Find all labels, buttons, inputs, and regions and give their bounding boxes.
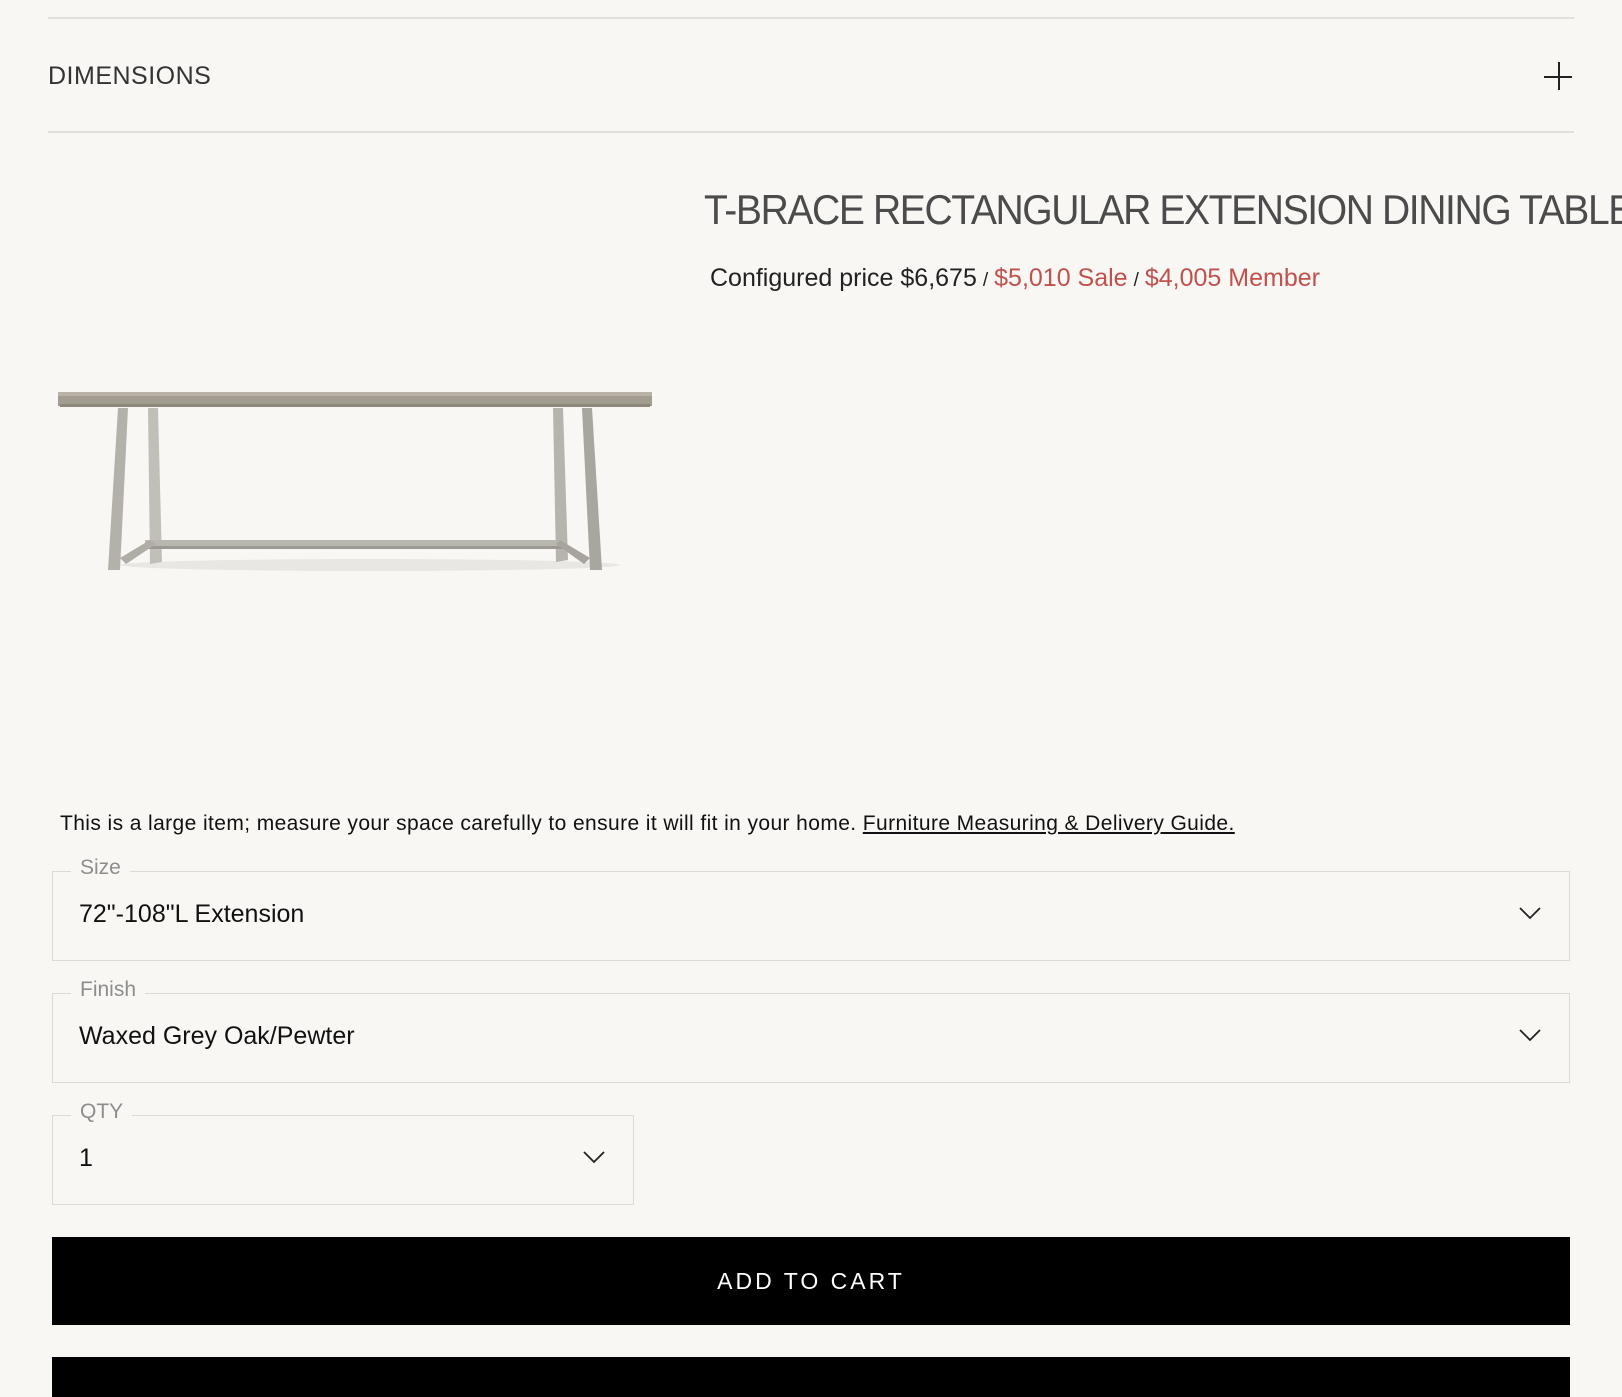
large-item-notice: This is a large item; measure your space… <box>60 812 1235 836</box>
configured-price: Configured price $6,675 <box>710 264 977 292</box>
product-image <box>50 380 660 580</box>
qty-label: QTY <box>71 1100 133 1124</box>
chevron-down-icon[interactable] <box>583 1146 605 1168</box>
product-title: T-BRACE RECTANGULAR EXTENSION DINING TAB… <box>704 186 1622 233</box>
price-line: Configured price $6,675/$5,010 Sale / $4,0… <box>710 264 1320 293</box>
qty-value: 1 <box>79 1144 93 1172</box>
accordion-divider <box>48 131 1574 133</box>
chevron-down-icon[interactable] <box>1519 1024 1541 1046</box>
secondary-action-button[interactable] <box>52 1357 1570 1397</box>
finish-label: Finish <box>71 978 146 1002</box>
sale-price: $5,010 Sale <box>994 264 1128 292</box>
member-price: $4,005 Member <box>1144 264 1320 292</box>
qty-select[interactable]: QTY 1 <box>52 1100 634 1205</box>
size-label: Size <box>71 856 130 880</box>
price-separator: / <box>982 270 989 291</box>
finish-value: Waxed Grey Oak/Pewter <box>79 1022 355 1050</box>
plus-icon[interactable] <box>1544 62 1574 92</box>
top-divider <box>48 17 1574 19</box>
chevron-down-icon[interactable] <box>1519 902 1541 924</box>
add-to-cart-button[interactable]: ADD TO CART <box>52 1237 1570 1325</box>
price-separator: / <box>1133 270 1139 291</box>
dimensions-accordion[interactable]: DIMENSIONS <box>48 20 1574 130</box>
dimensions-label: DIMENSIONS <box>48 62 212 90</box>
size-select[interactable]: Size 72"-108"L Extension <box>52 856 1570 961</box>
size-value: 72"-108"L Extension <box>79 900 305 928</box>
notice-text: This is a large item; measure your space… <box>60 812 863 835</box>
measuring-guide-link[interactable]: Furniture Measuring & Delivery Guide. <box>863 812 1235 835</box>
finish-select[interactable]: Finish Waxed Grey Oak/Pewter <box>52 978 1570 1083</box>
